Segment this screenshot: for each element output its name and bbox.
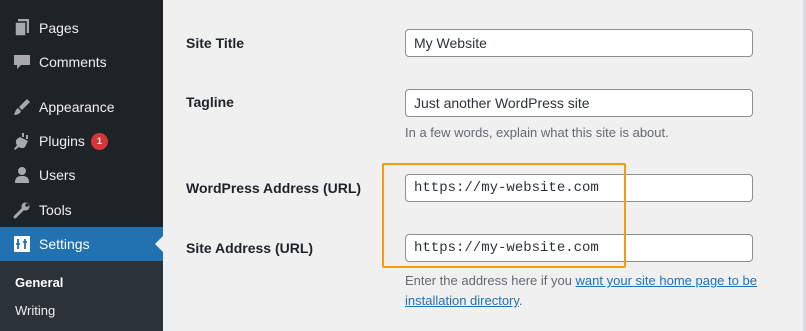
desc-suffix: . [518,293,523,308]
tagline-label: Tagline [186,94,234,110]
site-address-input[interactable] [405,234,753,262]
sidebar-item-label: Plugins [39,133,85,149]
tagline-description: In a few words, explain what this site i… [405,125,669,140]
home-page-link[interactable]: want your site home page to be [576,273,757,288]
tagline-input[interactable] [405,89,753,117]
installation-directory-link[interactable]: installation directory [405,293,519,308]
desc-prefix: Enter the address here if you [405,273,576,288]
appearance-icon [12,97,32,117]
sidebar-item-label: Users [39,167,76,183]
site-address-label: Site Address (URL) [186,240,314,256]
wordpress-address-input[interactable] [405,174,753,202]
active-menu-arrow [155,236,163,252]
sidebar-item-comments[interactable]: Comments [0,45,163,79]
site-title-label: Site Title [186,35,245,51]
site-title-input[interactable] [405,29,753,57]
sidebar-item-users[interactable]: Users [0,158,163,192]
tools-icon [12,200,32,220]
plugin-update-count-badge: 1 [90,132,108,150]
submenu-item-general[interactable]: General [15,275,63,290]
admin-sidebar: Pages Comments Appearance Plugins 1 User… [0,0,163,331]
settings-icon [12,234,32,254]
sidebar-item-label: Settings [39,236,90,252]
sidebar-item-label: Appearance [39,99,115,115]
wordpress-address-label: WordPress Address (URL) [186,180,362,196]
sidebar-item-plugins[interactable]: Plugins 1 [0,124,163,158]
settings-submenu: General Writing [0,261,163,331]
submenu-item-writing[interactable]: Writing [15,303,55,318]
plugins-icon [12,131,32,151]
users-icon [12,165,32,185]
sidebar-item-appearance[interactable]: Appearance [0,90,163,124]
pages-icon [12,18,32,38]
sidebar-item-pages[interactable]: Pages [0,11,163,45]
site-address-description: Enter the address here if you want your … [405,271,803,311]
sidebar-item-label: Comments [39,54,107,70]
sidebar-item-label: Pages [39,20,79,36]
sidebar-item-label: Tools [39,202,72,218]
sidebar-item-tools[interactable]: Tools [0,193,163,227]
sidebar-item-settings[interactable]: Settings [0,227,163,261]
comments-icon [12,52,32,72]
